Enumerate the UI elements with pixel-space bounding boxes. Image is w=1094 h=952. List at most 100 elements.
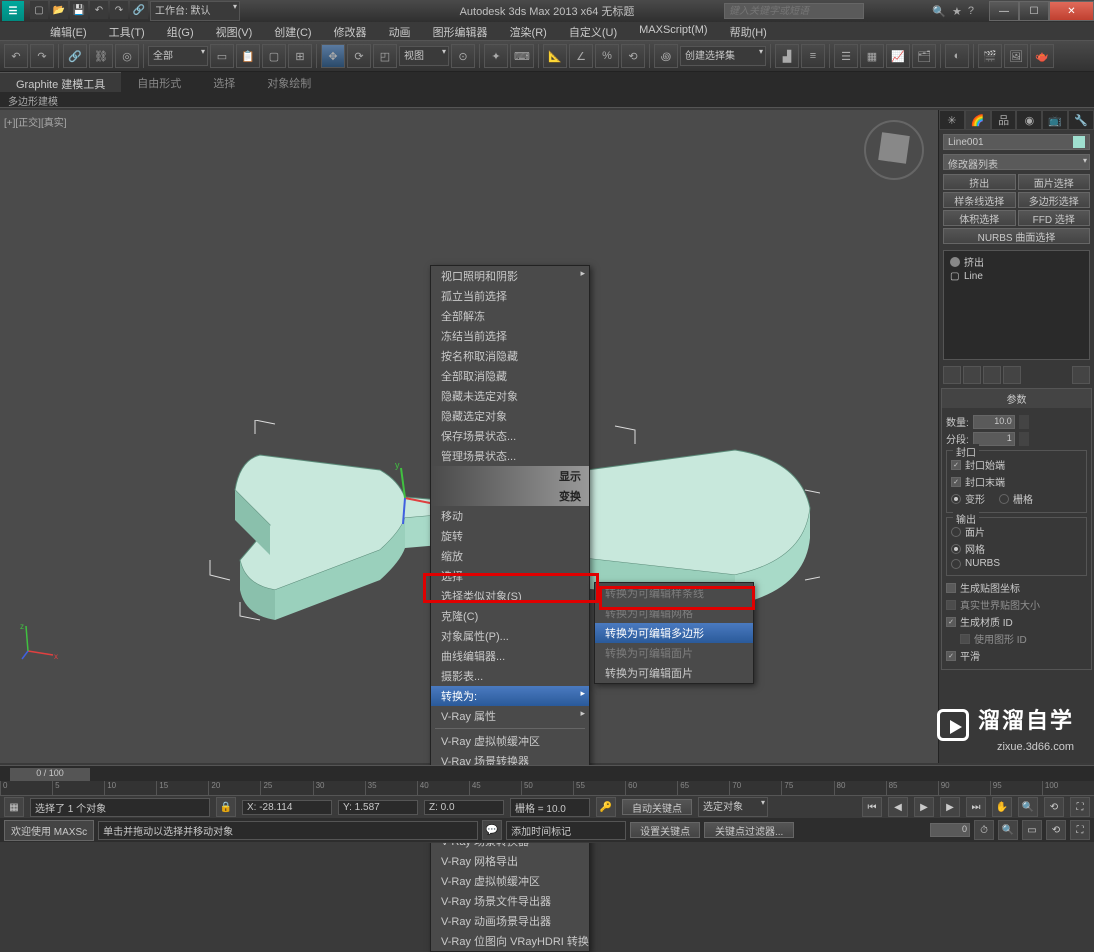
rotate-icon[interactable]: ⟳ (347, 44, 371, 68)
ribbon-tab-freeform[interactable]: 自由形式 (121, 72, 197, 92)
nav-fov-icon[interactable]: ▭ (1022, 820, 1042, 840)
qat-undo-icon[interactable]: ↶ (90, 1, 108, 19)
workspace-dropdown[interactable]: 工作台: 默认 (150, 1, 240, 21)
grid-radio[interactable] (999, 494, 1009, 504)
sub-edit-patch[interactable]: 转换为可编辑面片 (595, 643, 753, 663)
render-icon[interactable]: 🫖 (1030, 44, 1054, 68)
render-frame-icon[interactable]: 🖼 (1004, 44, 1028, 68)
maximize-button[interactable]: ☐ (1019, 1, 1049, 21)
hierarchy-tab-icon[interactable]: 品 (991, 110, 1017, 130)
sub-edit-patch2[interactable]: 转换为可编辑面片 (595, 663, 753, 683)
pin-stack-icon[interactable] (943, 366, 961, 384)
utilities-tab-icon[interactable]: 🔧 (1068, 110, 1094, 130)
minimize-button[interactable]: — (989, 1, 1019, 21)
cm-rotate[interactable]: 旋转 (431, 526, 589, 546)
setkey-button[interactable]: 设置关键点 (630, 822, 700, 838)
app-icon[interactable]: ☰ (2, 1, 24, 21)
keymode-dropdown[interactable]: 选定对象 (698, 797, 768, 817)
infocenter-icon[interactable]: 🔍 (932, 5, 946, 18)
nav-orbit2-icon[interactable]: ⟲ (1046, 820, 1066, 840)
ribbon-tab-graphite[interactable]: Graphite 建模工具 (0, 72, 121, 92)
show-end-icon[interactable] (963, 366, 981, 384)
coord-x[interactable]: X: -28.114 (242, 800, 332, 815)
menu-graph[interactable]: 图形编辑器 (423, 22, 498, 40)
modify-tab-icon[interactable]: 🌈 (965, 110, 991, 130)
keyboard-icon[interactable]: ⌨ (510, 44, 534, 68)
time-config-icon[interactable]: ⏱ (974, 820, 994, 840)
bulb-icon[interactable] (950, 257, 960, 267)
cm-vray-0[interactable]: V-Ray 虚拟帧缓冲区 (431, 731, 589, 751)
cm-move[interactable]: 移动 (431, 506, 589, 526)
move-icon[interactable]: ✥ (321, 44, 345, 68)
rollout-params-header[interactable]: 参数 (942, 389, 1091, 408)
curve-editor-icon[interactable]: 📈 (886, 44, 910, 68)
maxscript-tab[interactable]: 欢迎使用 MAXSc (4, 820, 94, 841)
select-region-icon[interactable]: ▢ (262, 44, 286, 68)
cm-vray-8[interactable]: V-Ray 场景文件导出器 (431, 891, 589, 911)
amount-spinner[interactable]: 10.0 (973, 415, 1015, 429)
gen-matid-checkbox[interactable]: ✓ (946, 617, 956, 627)
stack-item-extrude[interactable]: 挤出 (946, 253, 1087, 270)
nav-max-icon[interactable]: ⛶ (1070, 797, 1090, 817)
key-icon[interactable]: 🔑 (596, 797, 616, 817)
cm-vray-props[interactable]: V-Ray 属性 (431, 706, 589, 726)
menu-custom[interactable]: 自定义(U) (559, 22, 627, 40)
ribbon-tab-paint[interactable]: 对象绘制 (251, 72, 327, 92)
time-slider[interactable]: 0 / 100 (10, 768, 90, 782)
cm-curve-editor[interactable]: 曲线编辑器... (431, 646, 589, 666)
cm-clone[interactable]: 克隆(C) (431, 606, 589, 626)
align-icon[interactable]: ≡ (801, 44, 825, 68)
nav-max2-icon[interactable]: ⛶ (1070, 820, 1090, 840)
time-ruler[interactable]: 0510152025303540455055606570758085909510… (0, 781, 1094, 795)
btn-vol-select[interactable]: 体积选择 (943, 210, 1016, 226)
object-name-field[interactable]: Line001 (943, 134, 1090, 150)
window-crossing-icon[interactable]: ⊞ (288, 44, 312, 68)
cm-convert-to[interactable]: 转换为: (431, 686, 589, 706)
modifier-list-dropdown[interactable]: 修改器列表 (943, 154, 1090, 170)
pivot-icon[interactable]: ⊙ (451, 44, 475, 68)
star-icon[interactable]: ★ (952, 5, 962, 18)
unlink-icon[interactable]: ⛓ (89, 44, 113, 68)
segments-spinner[interactable]: 1 (973, 432, 1015, 446)
output-patch-radio[interactable] (951, 527, 961, 537)
scale-icon[interactable]: ◰ (373, 44, 397, 68)
listener-icon[interactable]: 💬 (482, 820, 502, 840)
cm-hide-sel[interactable]: 隐藏选定对象 (431, 406, 589, 426)
morph-radio[interactable] (951, 494, 961, 504)
gen-map-checkbox[interactable] (946, 583, 956, 593)
modifier-stack[interactable]: 挤出 ▢Line (943, 250, 1090, 360)
menu-animation[interactable]: 动画 (379, 22, 421, 40)
cm-select-similar[interactable]: 选择类似对象(S) (431, 586, 589, 606)
mirror-icon[interactable]: ▟ (775, 44, 799, 68)
cap-start-checkbox[interactable]: ✓ (951, 460, 961, 470)
snap-icon[interactable]: 📐 (543, 44, 567, 68)
motion-tab-icon[interactable]: ◉ (1016, 110, 1042, 130)
cm-select[interactable]: 选择 (431, 566, 589, 586)
output-nurbs-radio[interactable] (951, 559, 961, 569)
btn-ffd-select[interactable]: FFD 选择 (1018, 210, 1091, 226)
viewcube[interactable] (864, 120, 924, 180)
percent-snap-icon[interactable]: % (595, 44, 619, 68)
qat-redo-icon[interactable]: ↷ (110, 1, 128, 19)
object-color-swatch[interactable] (1073, 136, 1085, 148)
play-next-icon[interactable]: ▶ (940, 797, 960, 817)
keyfilter-button[interactable]: 关键点过滤器... (704, 822, 794, 838)
cm-properties[interactable]: 对象属性(P)... (431, 626, 589, 646)
cm-isolate[interactable]: 孤立当前选择 (431, 286, 589, 306)
qat-open-icon[interactable]: 📂 (50, 1, 68, 19)
ribbon-subpanel[interactable]: 多边形建模 (0, 92, 1094, 108)
schematic-icon[interactable]: 🗂 (912, 44, 936, 68)
cm-vray-6[interactable]: V-Ray 网格导出 (431, 851, 589, 871)
named-selection-dropdown[interactable]: 创建选择集 (680, 46, 766, 66)
material-editor-icon[interactable]: ◐ (945, 44, 969, 68)
time-frame-spinner[interactable]: 0 (930, 823, 970, 837)
viewport-label[interactable]: [+][正交][真实] (4, 114, 67, 129)
coord-y[interactable]: Y: 1.587 (338, 800, 418, 815)
segments-spin-btns[interactable] (1019, 432, 1029, 446)
manipulate-icon[interactable]: ✦ (484, 44, 508, 68)
nav-zoom2-icon[interactable]: 🔍 (998, 820, 1018, 840)
selection-set-icon[interactable]: ꩜ (654, 44, 678, 68)
sub-edit-mesh[interactable]: 转换为可编辑网格 (595, 603, 753, 623)
menu-maxscript[interactable]: MAXScript(M) (629, 22, 717, 40)
link-icon[interactable]: 🔗 (63, 44, 87, 68)
